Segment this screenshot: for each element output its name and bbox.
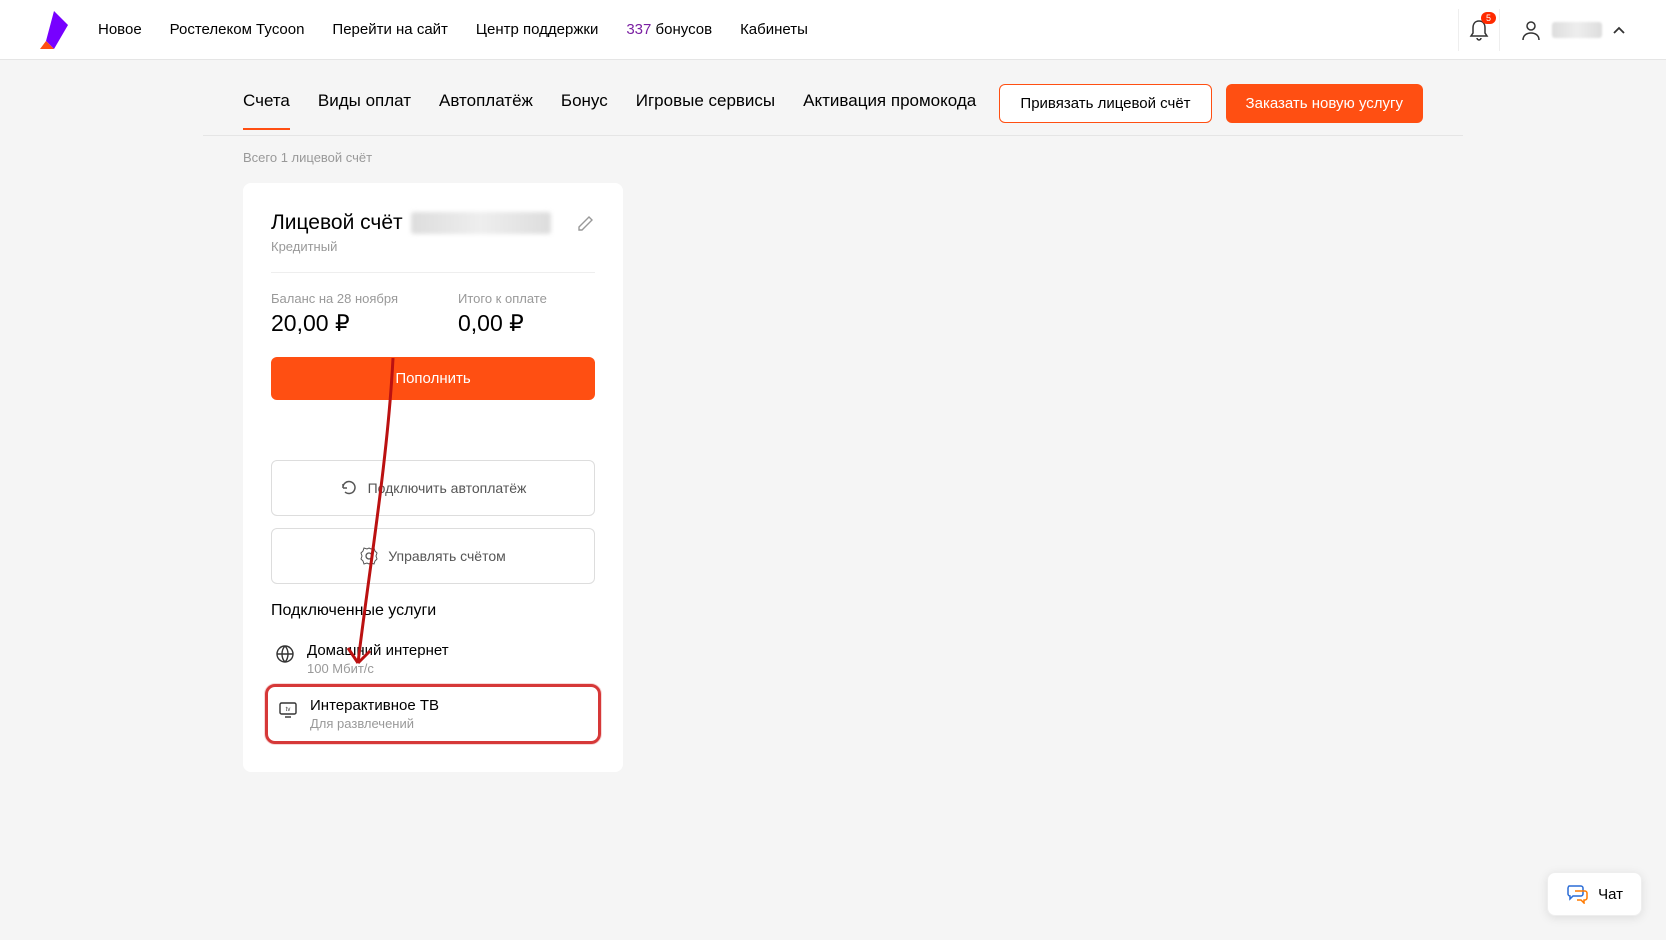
service-name: Интерактивное ТВ — [310, 697, 439, 714]
due-value: 0,00 ₽ — [458, 310, 547, 337]
tab-payment-types[interactable]: Виды оплат — [318, 91, 411, 129]
svg-text:tv: tv — [286, 707, 291, 713]
services-title: Подключенные услуги — [271, 602, 595, 620]
gear-icon — [360, 547, 378, 565]
card-title: Лицевой счёт — [271, 211, 403, 235]
balance-label: Баланс на 28 ноября — [271, 291, 398, 306]
nav-support[interactable]: Центр поддержки — [476, 21, 598, 38]
account-card: Лицевой счёт Кредитный Баланс на 28 нояб… — [243, 183, 623, 772]
tab-bonus[interactable]: Бонус — [561, 91, 608, 129]
logo[interactable] — [40, 11, 68, 49]
action-buttons: Привязать лицевой счёт Заказать новую ус… — [999, 84, 1423, 135]
account-count-label: Всего 1 лицевой счёт — [243, 150, 1423, 165]
account-number — [411, 212, 551, 234]
tv-icon: tv — [278, 699, 298, 719]
tab-game-services[interactable]: Игровые сервисы — [636, 91, 775, 129]
chat-icon — [1566, 884, 1588, 904]
card-subtitle: Кредитный — [271, 239, 595, 254]
tab-promo[interactable]: Активация промокода — [803, 91, 976, 129]
notifications-button[interactable]: 5 — [1458, 9, 1500, 51]
main-nav: Новое Ростелеком Tycoon Перейти на сайт … — [98, 21, 1458, 38]
autopay-btn-label: Подключить автоплатёж — [368, 480, 527, 496]
link-account-button[interactable]: Привязать лицевой счёт — [999, 84, 1211, 123]
balance-row: Баланс на 28 ноября 20,00 ₽ Итого к опла… — [271, 291, 595, 337]
app-header: Новое Ростелеком Tycoon Перейти на сайт … — [0, 0, 1666, 60]
user-menu[interactable] — [1520, 19, 1626, 41]
tabs-row: Счета Виды оплат Автоплатёж Бонус Игровы… — [203, 60, 1463, 136]
manage-btn-label: Управлять счётом — [388, 548, 505, 564]
user-icon — [1520, 19, 1542, 41]
pencil-icon — [577, 214, 595, 232]
chevron-up-icon — [1612, 25, 1626, 35]
globe-icon — [275, 644, 295, 664]
nav-bonus[interactable]: 337 бонусов — [626, 21, 712, 38]
service-internet[interactable]: Домашний интернет 100 Мбит/с — [271, 634, 595, 684]
header-right: 5 — [1458, 9, 1626, 51]
nav-cabinets[interactable]: Кабинеты — [740, 21, 808, 38]
manage-account-button[interactable]: Управлять счётом — [271, 528, 595, 584]
nav-website[interactable]: Перейти на сайт — [332, 21, 448, 38]
balance-block: Баланс на 28 ноября 20,00 ₽ — [271, 291, 398, 337]
due-block: Итого к оплате 0,00 ₽ — [458, 291, 547, 337]
service-tv[interactable]: tv Интерактивное ТВ Для развлечений — [265, 684, 601, 744]
nav-new[interactable]: Новое — [98, 21, 142, 38]
chat-widget[interactable]: Чат — [1547, 872, 1642, 916]
chat-label: Чат — [1598, 886, 1623, 903]
bonus-label: бонусов — [656, 21, 713, 38]
service-desc: Для развлечений — [310, 716, 439, 731]
content: Всего 1 лицевой счёт Лицевой счёт Кредит… — [203, 136, 1463, 812]
tab-autopay[interactable]: Автоплатёж — [439, 91, 533, 129]
notif-badge: 5 — [1481, 12, 1496, 24]
tabs-group: Счета Виды оплат Автоплатёж Бонус Игровы… — [243, 91, 999, 129]
refill-button[interactable]: Пополнить — [271, 357, 595, 400]
order-service-button[interactable]: Заказать новую услугу — [1226, 84, 1423, 123]
nav-tycoon[interactable]: Ростелеком Tycoon — [170, 21, 305, 38]
user-name — [1552, 22, 1602, 38]
service-text: Интерактивное ТВ Для развлечений — [310, 697, 439, 731]
service-text: Домашний интернет 100 Мбит/с — [307, 642, 449, 676]
tab-accounts[interactable]: Счета — [243, 91, 290, 129]
balance-value: 20,00 ₽ — [271, 310, 398, 337]
service-name: Домашний интернет — [307, 642, 449, 659]
service-desc: 100 Мбит/с — [307, 661, 449, 676]
divider — [271, 272, 595, 273]
refresh-icon — [340, 479, 358, 497]
enable-autopay-button[interactable]: Подключить автоплатёж — [271, 460, 595, 516]
bonus-count: 337 — [626, 21, 651, 38]
card-title-row: Лицевой счёт — [271, 211, 595, 235]
due-label: Итого к оплате — [458, 291, 547, 306]
edit-account-button[interactable] — [577, 214, 595, 232]
